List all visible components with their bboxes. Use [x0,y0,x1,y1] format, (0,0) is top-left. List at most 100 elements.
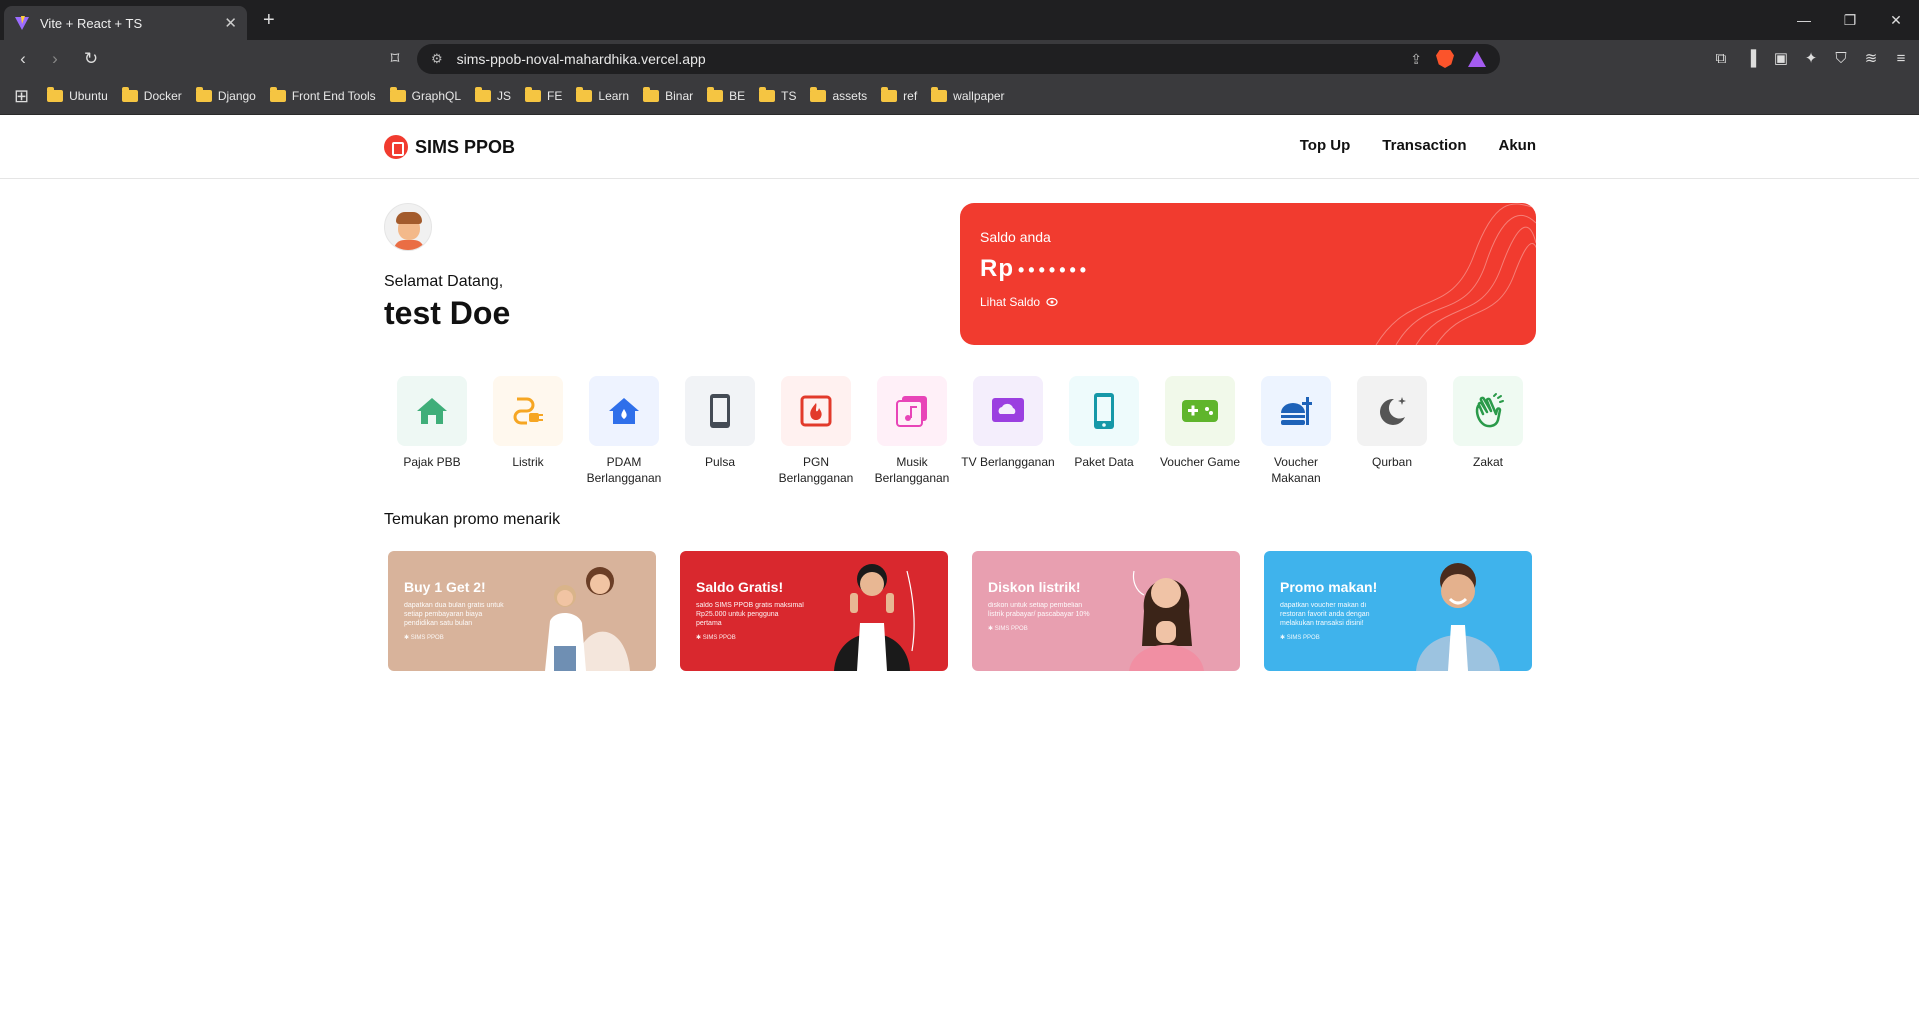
bookmarks-bar: ⊞ Ubuntu Docker Django Front End Tools G… [0,78,1919,115]
wave-decoration [1375,203,1536,345]
house-icon [397,376,467,446]
new-tab-button[interactable]: + [263,9,275,32]
logo-icon [384,135,408,159]
promo-card[interactable]: Saldo Gratis! saldo SIMS PPOB gratis mak… [680,551,948,671]
gas-fire-icon [781,376,851,446]
plug-icon [493,376,563,446]
browser-tab[interactable]: Vite + React + TS ✕ [4,6,247,40]
promo-card[interactable]: Buy 1 Get 2! dapatkan dua bulan gratis u… [388,551,656,671]
promo-photo-woman [1129,570,1204,671]
service-item-zakat[interactable]: Zakat [1440,376,1536,486]
currency-label: Rp [980,255,1014,282]
bookmark-folder[interactable]: GraphQL [389,87,461,103]
address-bar[interactable]: ⚙ sims-ppob-noval-mahardhika.vercel.app … [417,44,1500,74]
bookmark-folder[interactable]: Ubuntu [47,87,108,103]
service-item-voucher-makanan[interactable]: Voucher Makanan [1248,376,1344,486]
bookmark-folder[interactable]: Front End Tools [269,87,376,103]
services-grid: Pajak PBB Listrik PDAM Berlangganan Puls… [384,376,1536,486]
music-icon [877,376,947,446]
bookmark-folder[interactable]: JS [475,87,511,103]
bookmark-folder[interactable]: assets [810,87,867,103]
speedreader-icon[interactable]: ≋ [1859,46,1883,70]
browser-extensions: ⧉ ▐ ▣ ✦ ⛉ ≋ ≡ [1709,46,1913,70]
promo-list: Buy 1 Get 2! dapatkan dua bulan gratis u… [388,551,1532,671]
brave-shields-icon[interactable] [1436,50,1454,68]
moon-icon [1357,376,1427,446]
service-item-pajak-pbb[interactable]: Pajak PBB [384,376,480,486]
folder-icon [121,87,138,102]
restore-icon[interactable]: ❐ [1827,0,1873,40]
menu-icon[interactable]: ≡ [1889,46,1913,70]
bookmark-folder[interactable]: FE [525,87,562,103]
folder-icon [269,87,286,102]
bookmark-folder[interactable]: BE [707,87,745,103]
folder-icon [47,87,64,102]
bookmark-folder[interactable]: Docker [121,87,182,103]
nav-topup-link[interactable]: Top Up [1300,137,1351,154]
bookmark-icon[interactable]: ⌑ [382,46,408,72]
show-balance-label: Lihat Saldo [980,295,1041,309]
apps-grid-icon[interactable]: ⊞ [14,86,29,107]
phone-icon [685,376,755,446]
share-icon[interactable]: ⇪ [1410,51,1422,68]
nav-transaction-link[interactable]: Transaction [1382,137,1466,154]
bookmark-folder[interactable]: ref [881,87,917,103]
masked-balance: ••••••• [1018,260,1091,280]
mobile-data-icon [1069,376,1139,446]
service-item-tv[interactable]: TV Berlangganan [960,376,1056,486]
brave-rewards-icon[interactable] [1468,51,1486,67]
bookmark-folder[interactable]: wallpaper [931,87,1005,103]
tab-title: Vite + React + TS [40,15,143,31]
minimize-icon[interactable]: — [1781,0,1827,40]
close-tab-icon[interactable]: ✕ [224,14,237,32]
promo-photo-smiling-man [1416,563,1500,671]
bookmark-folder[interactable]: Learn [576,87,629,103]
promo-card[interactable]: Promo makan! dapatkan voucher makan di r… [1264,551,1532,671]
bookmark-folder[interactable]: Binar [643,87,693,103]
profile-section: Selamat Datang, test Doe [384,203,510,332]
vpn-icon[interactable]: ⛉ [1829,46,1853,70]
promo-card[interactable]: Diskon listrik! diskon untuk setiap pemb… [972,551,1240,671]
reload-icon[interactable]: ↻ [78,46,104,72]
service-item-voucher-game[interactable]: Voucher Game [1152,376,1248,486]
forward-icon[interactable]: › [42,46,68,72]
app-logo[interactable]: SIMS PPOB [384,135,515,159]
tv-cloud-icon [973,376,1043,446]
folder-icon [195,87,212,102]
service-item-pdam[interactable]: PDAM Berlangganan [576,376,672,486]
promo-photo-mother-child [545,567,630,671]
folder-icon [389,87,406,102]
promo-description: dapatkan dua bulan gratis untuk setiap p… [404,602,504,627]
folder-icon [707,87,724,102]
folder-icon [881,87,898,102]
url-text[interactable]: sims-ppob-noval-mahardhika.vercel.app [457,51,1411,67]
nav-akun-link[interactable]: Akun [1499,137,1537,154]
service-item-paket-data[interactable]: Paket Data [1056,376,1152,486]
site-settings-icon[interactable]: ⚙ [431,51,443,67]
screenshot-icon[interactable]: ⧉ [1709,46,1733,70]
promo-section-title: Temukan promo menarik [384,511,561,528]
sidebar-icon[interactable]: ▐ [1739,46,1763,70]
folder-icon [576,87,593,102]
service-item-listrik[interactable]: Listrik [480,376,576,486]
window-controls: — ❐ ✕ [1781,0,1919,40]
service-item-pgn[interactable]: PGN Berlangganan [768,376,864,486]
service-item-pulsa[interactable]: Pulsa [672,376,768,486]
leo-ai-icon[interactable]: ✦ [1799,46,1823,70]
wallet-icon[interactable]: ▣ [1769,46,1793,70]
vite-logo-icon [15,16,29,30]
window-close-icon[interactable]: ✕ [1873,0,1919,40]
bookmark-folder[interactable]: TS [759,87,796,103]
folder-icon [643,87,660,102]
welcome-text: Selamat Datang, [384,273,504,290]
back-icon[interactable]: ‹ [10,46,36,72]
service-item-qurban[interactable]: Qurban [1344,376,1440,486]
bookmark-folder[interactable]: Django [195,87,256,103]
browser-tab-bar: Vite + React + TS ✕ + — ❐ ✕ [0,0,1919,40]
browser-toolbar: ‹ › ↻ ⌑ ⚙ sims-ppob-noval-mahardhika.ver… [0,40,1919,78]
folder-icon [931,87,948,102]
avatar [384,203,432,251]
eye-icon [1046,297,1058,307]
service-item-musik[interactable]: Musik Berlangganan [864,376,960,486]
user-name: test Doe [384,295,511,331]
